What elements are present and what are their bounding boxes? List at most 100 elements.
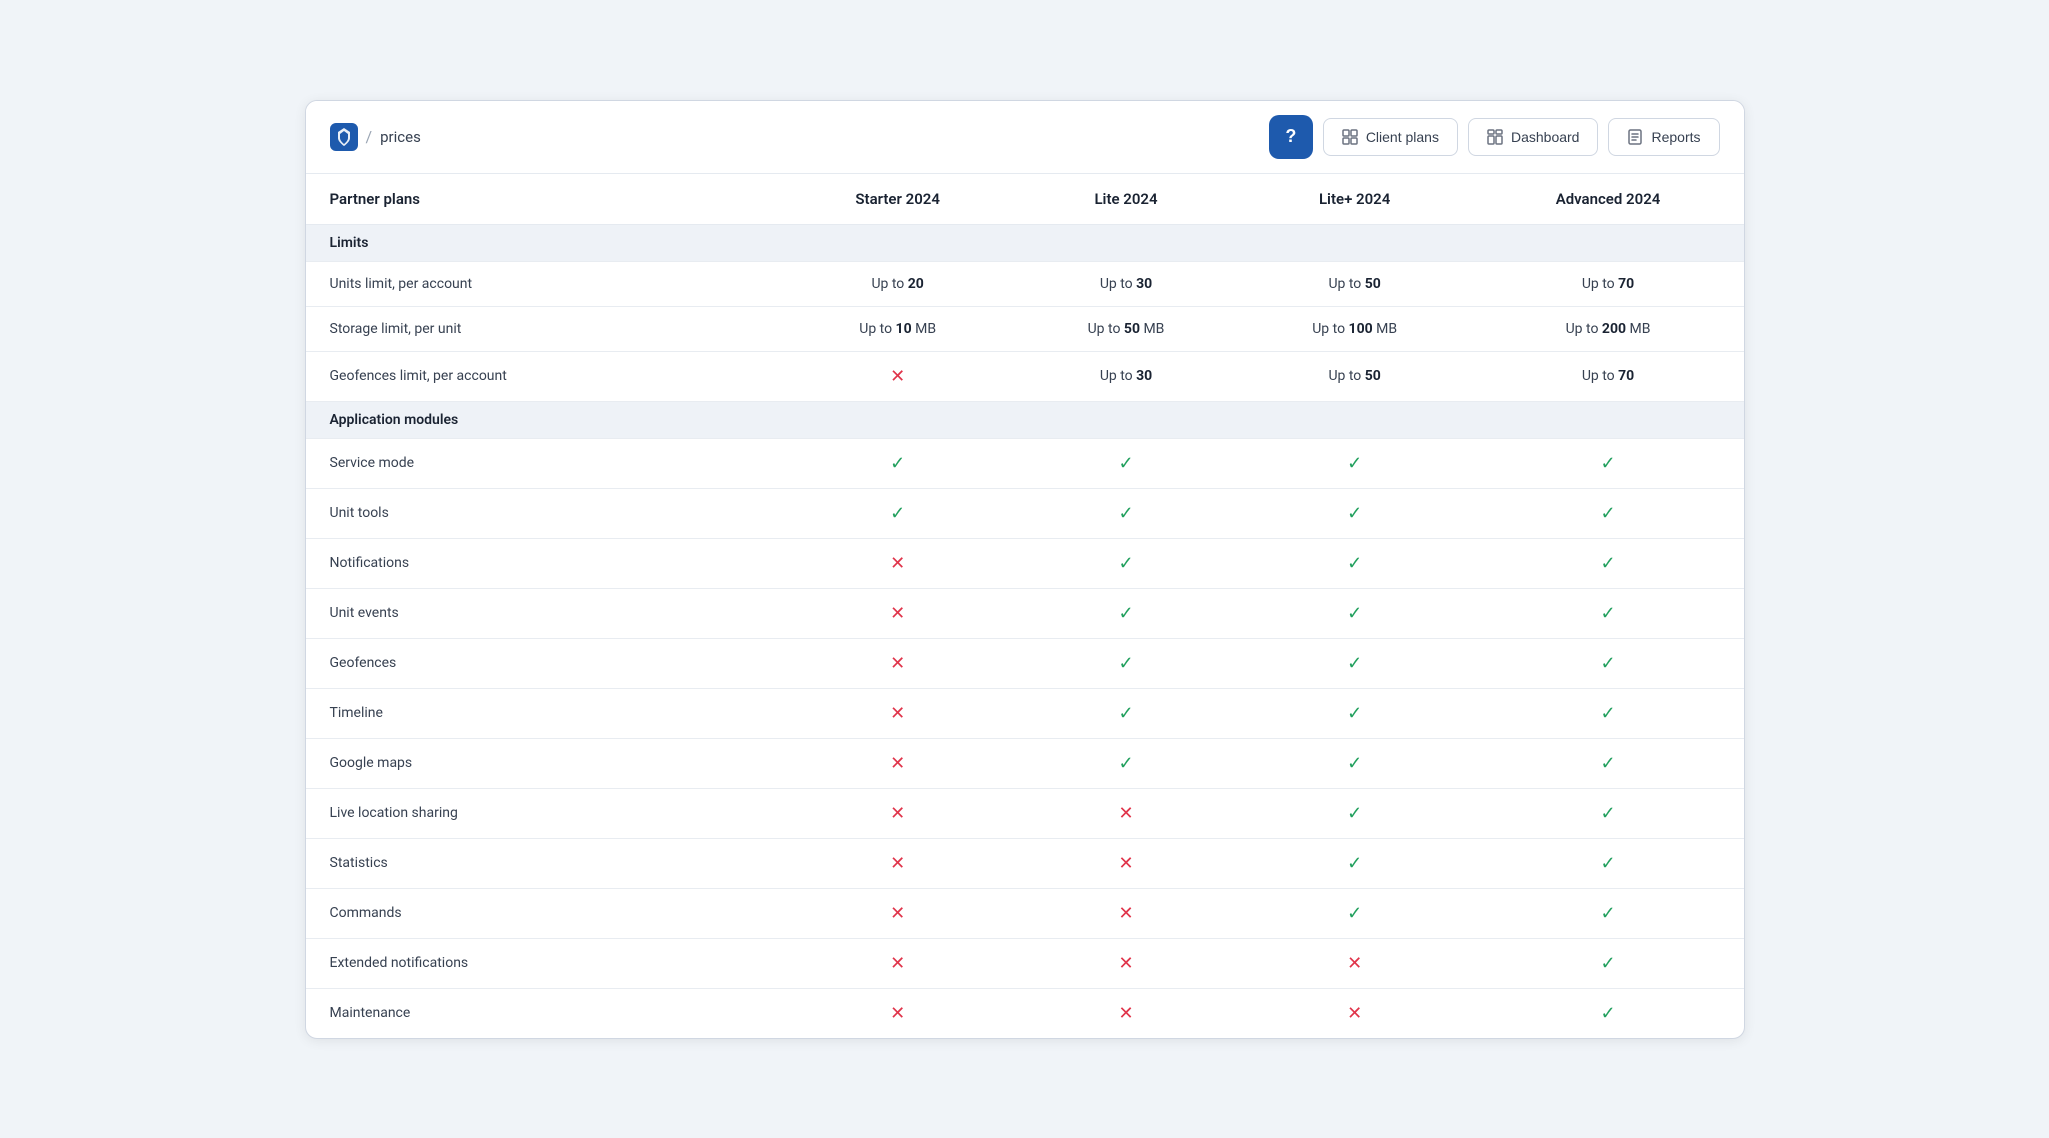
limit-value: Up to 70 <box>1582 276 1634 292</box>
table-row: Service mode✓✓✓✓ <box>306 438 1744 488</box>
feature-label: Extended notifications <box>306 938 781 988</box>
check-icon: ✓ <box>890 453 905 474</box>
table-cell: ✓ <box>1473 438 1744 488</box>
table-cell: Up to 30 <box>1015 261 1237 306</box>
table-cell: ✕ <box>780 838 1015 888</box>
cross-icon: ✕ <box>890 903 905 924</box>
table-row: Statistics✕✕✓✓ <box>306 838 1744 888</box>
check-icon: ✓ <box>1118 653 1133 674</box>
table-cell: ✕ <box>1015 938 1237 988</box>
client-plans-label: Client plans <box>1366 129 1439 145</box>
pricing-table: Partner plans Starter 2024 Lite 2024 Lit… <box>306 174 1744 1038</box>
check-icon: ✓ <box>1347 803 1362 824</box>
logo-icon <box>330 123 358 151</box>
feature-label: Statistics <box>306 838 781 888</box>
table-cell: ✓ <box>1473 888 1744 938</box>
table-cell: ✓ <box>1237 738 1473 788</box>
check-icon: ✓ <box>1118 753 1133 774</box>
table-cell: ✕ <box>780 351 1015 401</box>
cross-icon: ✕ <box>890 953 905 974</box>
table-cell: ✓ <box>1237 688 1473 738</box>
cross-icon: ✕ <box>890 1003 905 1024</box>
table-cell: ✕ <box>1015 988 1237 1038</box>
check-icon: ✓ <box>1600 453 1615 474</box>
table-cell: ✓ <box>1237 838 1473 888</box>
table-cell: ✕ <box>780 688 1015 738</box>
check-icon: ✓ <box>1600 803 1615 824</box>
help-button[interactable]: ? <box>1269 115 1313 159</box>
reports-button[interactable]: Reports <box>1608 118 1719 156</box>
table-cell: ✓ <box>1237 638 1473 688</box>
table-cell: ✓ <box>1473 488 1744 538</box>
table-cell: ✓ <box>1237 538 1473 588</box>
check-icon: ✓ <box>1600 753 1615 774</box>
col-header-feature: Partner plans <box>306 174 781 225</box>
check-icon: ✓ <box>1600 703 1615 724</box>
col-header-lite: Lite 2024 <box>1015 174 1237 225</box>
table-cell: ✓ <box>1015 738 1237 788</box>
table-cell: ✓ <box>1015 588 1237 638</box>
table-cell: Up to 10 MB <box>780 306 1015 351</box>
check-icon: ✓ <box>1118 553 1133 574</box>
cross-icon: ✕ <box>890 803 905 824</box>
table-cell: ✕ <box>1015 888 1237 938</box>
table-cell: ✕ <box>780 638 1015 688</box>
table-cell: Up to 30 <box>1015 351 1237 401</box>
table-cell: ✓ <box>780 438 1015 488</box>
check-icon: ✓ <box>1600 953 1615 974</box>
limit-value: Up to 200 MB <box>1566 321 1651 337</box>
cross-icon: ✕ <box>1118 1003 1133 1024</box>
cross-icon: ✕ <box>890 366 905 387</box>
check-icon: ✓ <box>1347 503 1362 524</box>
table-cell: ✓ <box>1237 888 1473 938</box>
table-row: Timeline✕✓✓✓ <box>306 688 1744 738</box>
table-cell: ✕ <box>780 738 1015 788</box>
cross-icon: ✕ <box>890 603 905 624</box>
table-cell: ✓ <box>1473 938 1744 988</box>
dashboard-icon <box>1487 129 1503 145</box>
table-row: Commands✕✕✓✓ <box>306 888 1744 938</box>
table-row: Geofences✕✓✓✓ <box>306 638 1744 688</box>
feature-label: Geofences limit, per account <box>306 351 781 401</box>
table-cell: ✕ <box>780 938 1015 988</box>
app-container: / prices ? Client plans <box>305 100 1745 1039</box>
table-row: Google maps✕✓✓✓ <box>306 738 1744 788</box>
limit-value: Up to 30 <box>1100 276 1152 292</box>
limit-value: Up to 10 MB <box>859 321 936 337</box>
table-cell: ✓ <box>1237 588 1473 638</box>
check-icon: ✓ <box>1600 553 1615 574</box>
check-icon: ✓ <box>1600 603 1615 624</box>
client-plans-button[interactable]: Client plans <box>1323 118 1458 156</box>
table-cell: ✕ <box>780 788 1015 838</box>
table-row: Geofences limit, per account ✕ Up to 30 Up … <box>306 351 1744 401</box>
table-cell: ✕ <box>780 538 1015 588</box>
breadcrumb-page: prices <box>380 128 421 146</box>
table-cell: ✓ <box>1237 438 1473 488</box>
table-row: Unit events✕✓✓✓ <box>306 588 1744 638</box>
table-cell: ✓ <box>1015 488 1237 538</box>
cross-icon: ✕ <box>890 553 905 574</box>
cross-icon: ✕ <box>1118 803 1133 824</box>
limit-value: Up to 50 <box>1328 368 1380 384</box>
limit-value: Up to 100 MB <box>1312 321 1397 337</box>
dashboard-label: Dashboard <box>1511 129 1580 145</box>
table-cell: Up to 50 <box>1237 261 1473 306</box>
cross-icon: ✕ <box>1347 953 1362 974</box>
table-cell: ✓ <box>1015 438 1237 488</box>
dashboard-button[interactable]: Dashboard <box>1468 118 1599 156</box>
section-header-row: Application modules <box>306 401 1744 438</box>
check-icon: ✓ <box>1347 703 1362 724</box>
cross-icon: ✕ <box>890 653 905 674</box>
table-header-row: Partner plans Starter 2024 Lite 2024 Lit… <box>306 174 1744 225</box>
check-icon: ✓ <box>1347 553 1362 574</box>
cross-icon: ✕ <box>1347 1003 1362 1024</box>
table-cell: ✕ <box>1015 788 1237 838</box>
limit-value: Up to 70 <box>1582 368 1634 384</box>
col-header-starter: Starter 2024 <box>780 174 1015 225</box>
check-icon: ✓ <box>1118 703 1133 724</box>
section-header-row: Limits <box>306 224 1744 261</box>
table-row: Extended notifications ✕ ✕ ✕ ✓ <box>306 938 1744 988</box>
table-cell: Up to 100 MB <box>1237 306 1473 351</box>
table-cell: ✓ <box>1473 538 1744 588</box>
table-row: Storage limit, per unitUp to 10 MBUp to … <box>306 306 1744 351</box>
